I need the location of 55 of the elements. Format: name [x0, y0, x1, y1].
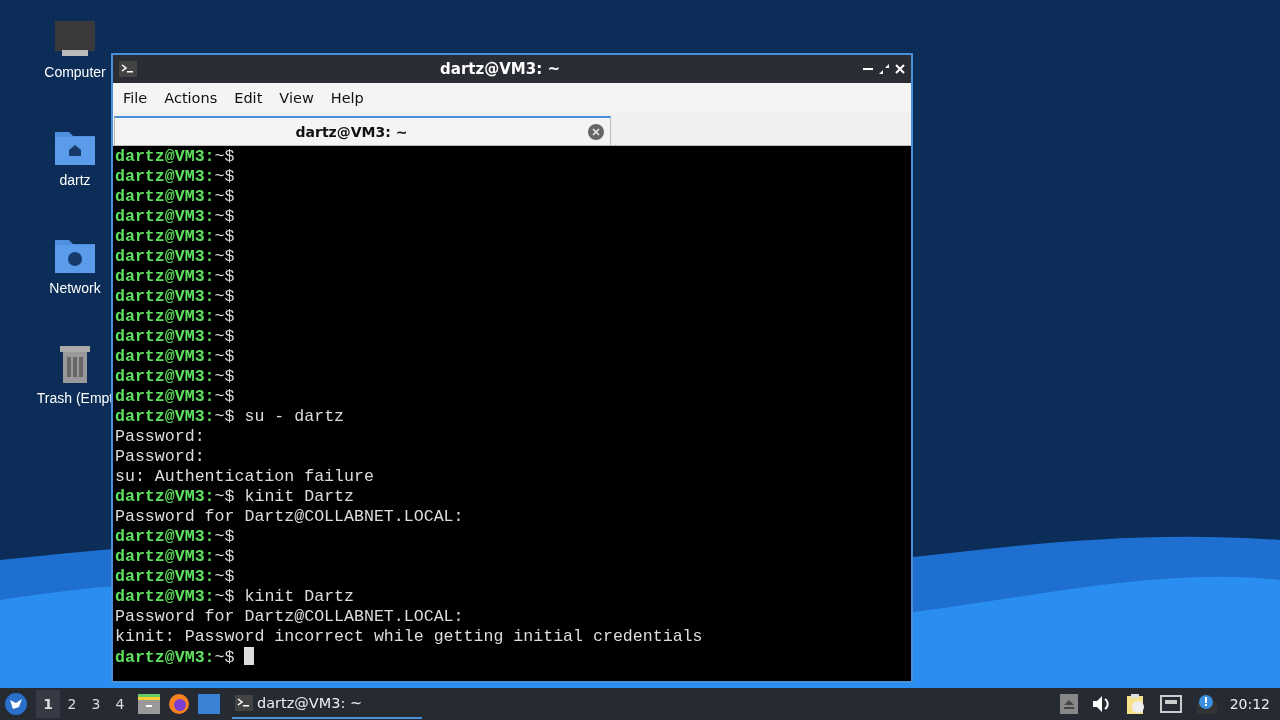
workspace-button[interactable]: 2: [60, 690, 84, 718]
terminal-line: dartz@VM3:~$: [115, 147, 235, 166]
icon-label: dartz: [59, 172, 91, 188]
terminal-line: dartz@VM3:~$: [115, 187, 235, 206]
terminal-line: dartz@VM3:~$: [115, 327, 235, 346]
terminal-line: dartz@VM3:~$ kinit Dartz: [115, 587, 354, 606]
menu-item[interactable]: Actions: [156, 90, 226, 106]
menu-item[interactable]: Edit: [226, 90, 271, 106]
terminal-line: Password:: [115, 447, 205, 466]
terminal-line: dartz@VM3:~$: [115, 167, 235, 186]
terminal-line: dartz@VM3:~$: [115, 267, 235, 286]
browser-icon[interactable]: [168, 693, 190, 715]
notification-icon[interactable]: [1195, 694, 1218, 714]
eject-icon[interactable]: [1059, 694, 1078, 714]
clipboard-icon[interactable]: [1125, 693, 1146, 715]
terminal-line: dartz@VM3:~$: [115, 227, 235, 246]
terminal-line: dartz@VM3:~$: [115, 567, 235, 586]
terminal-line: dartz@VM3:~$ kinit Dartz: [115, 487, 354, 506]
terminal-line: dartz@VM3:~$: [115, 648, 235, 667]
menu-item[interactable]: View: [271, 90, 322, 106]
terminal-line: su: Authentication failure: [115, 467, 374, 486]
computer-icon[interactable]: [54, 20, 96, 58]
terminal-line: dartz@VM3:~$: [115, 547, 235, 566]
network-icon[interactable]: [1159, 694, 1182, 714]
workspace-button[interactable]: 3: [84, 690, 108, 718]
terminal-line: dartz@VM3:~$ su - dartz: [115, 407, 345, 426]
terminal-tab[interactable]: dartz@VM3: ~: [114, 116, 611, 145]
terminal-line: dartz@VM3:~$: [115, 247, 235, 266]
workspace-button[interactable]: 1: [36, 690, 60, 718]
terminal-line: kinit: Password incorrect while getting initial credentials: [115, 627, 703, 646]
terminal-line: dartz@VM3:~$: [115, 207, 235, 226]
icon-label: Network: [49, 280, 101, 296]
app-menu-icon[interactable]: [4, 692, 28, 716]
volume-icon[interactable]: [1091, 695, 1112, 713]
file-cabinet-icon[interactable]: [138, 694, 160, 714]
terminal-line: dartz@VM3:~$: [115, 387, 235, 406]
terminal-line: Password for Dartz@COLLABNET.LOCAL:: [115, 507, 464, 526]
terminal-line: dartz@VM3:~$: [115, 527, 235, 546]
terminal-icon: [235, 695, 253, 711]
terminal-line: dartz@VM3:~$: [115, 307, 235, 326]
icon-label: Computer: [44, 64, 106, 80]
window-title: dartz@VM3: ~: [439, 60, 561, 78]
terminal-icon: [119, 61, 137, 77]
menu-item[interactable]: File: [115, 90, 156, 106]
terminal-line: Password for Dartz@COLLABNET.LOCAL:: [115, 607, 464, 626]
close-icon[interactable]: [895, 64, 905, 74]
workspace-button[interactable]: 4: [108, 690, 132, 718]
clock[interactable]: 20:12: [1229, 696, 1270, 712]
menu-item[interactable]: Help: [322, 90, 372, 106]
terminal-line: dartz@VM3:~$: [115, 347, 235, 366]
task-button[interactable]: dartz@VM3: ~: [232, 689, 422, 719]
terminal-line: dartz@VM3:~$: [115, 287, 235, 306]
terminal-line: Password:: [115, 427, 205, 446]
maximize-icon[interactable]: [879, 64, 889, 74]
terminal-line: dartz@VM3:~$: [115, 367, 235, 386]
